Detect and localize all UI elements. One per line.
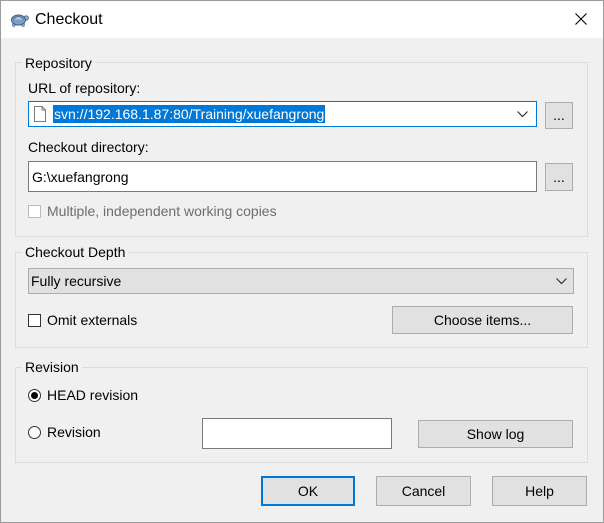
checkout-depth-group-label: Checkout Depth <box>22 244 129 261</box>
url-combobox[interactable]: svn://192.168.1.87:80/Training/xuefangro… <box>28 101 537 127</box>
choose-items-button[interactable]: Choose items... <box>392 306 573 334</box>
close-button[interactable] <box>558 0 604 38</box>
checkout-directory-field[interactable]: G:\xuefangrong <box>28 161 537 192</box>
revision-group-label: Revision <box>22 359 82 376</box>
chevron-down-icon <box>556 278 567 285</box>
directory-browse-button[interactable]: ... <box>545 163 573 191</box>
checkout-depth-value: Fully recursive <box>31 273 122 289</box>
head-revision-radio[interactable] <box>28 389 41 402</box>
help-button[interactable]: Help <box>492 476 587 506</box>
revision-radio[interactable] <box>28 426 41 439</box>
tortoisesvn-icon <box>9 9 29 29</box>
show-log-button[interactable]: Show log <box>418 420 573 448</box>
revision-number-field[interactable] <box>202 418 392 449</box>
repository-group-label: Repository <box>22 55 95 72</box>
checkout-directory-label: Checkout directory: <box>28 139 149 155</box>
url-label: URL of repository: <box>28 80 141 96</box>
checkout-depth-dropdown[interactable]: Fully recursive <box>28 268 574 294</box>
omit-externals-checkbox[interactable] <box>28 314 41 327</box>
file-icon <box>34 106 46 122</box>
url-browse-button[interactable]: ... <box>545 102 573 129</box>
ok-button[interactable]: OK <box>261 476 355 506</box>
multiple-copies-checkbox[interactable] <box>28 205 41 218</box>
revision-label[interactable]: Revision <box>47 424 101 441</box>
title-bar: Checkout <box>0 0 604 38</box>
multiple-copies-label: Multiple, independent working copies <box>47 203 277 219</box>
checkout-dialog: Checkout Repository URL of repository: s… <box>0 0 604 523</box>
checkout-directory-value: G:\xuefangrong <box>32 168 129 185</box>
url-value[interactable]: svn://192.168.1.87:80/Training/xuefangro… <box>53 105 326 123</box>
close-icon <box>575 13 587 25</box>
head-revision-label[interactable]: HEAD revision <box>47 387 138 404</box>
cancel-button[interactable]: Cancel <box>376 476 471 506</box>
omit-externals-label[interactable]: Omit externals <box>47 312 137 329</box>
window-title: Checkout <box>35 11 103 28</box>
chevron-down-icon[interactable] <box>517 111 528 118</box>
